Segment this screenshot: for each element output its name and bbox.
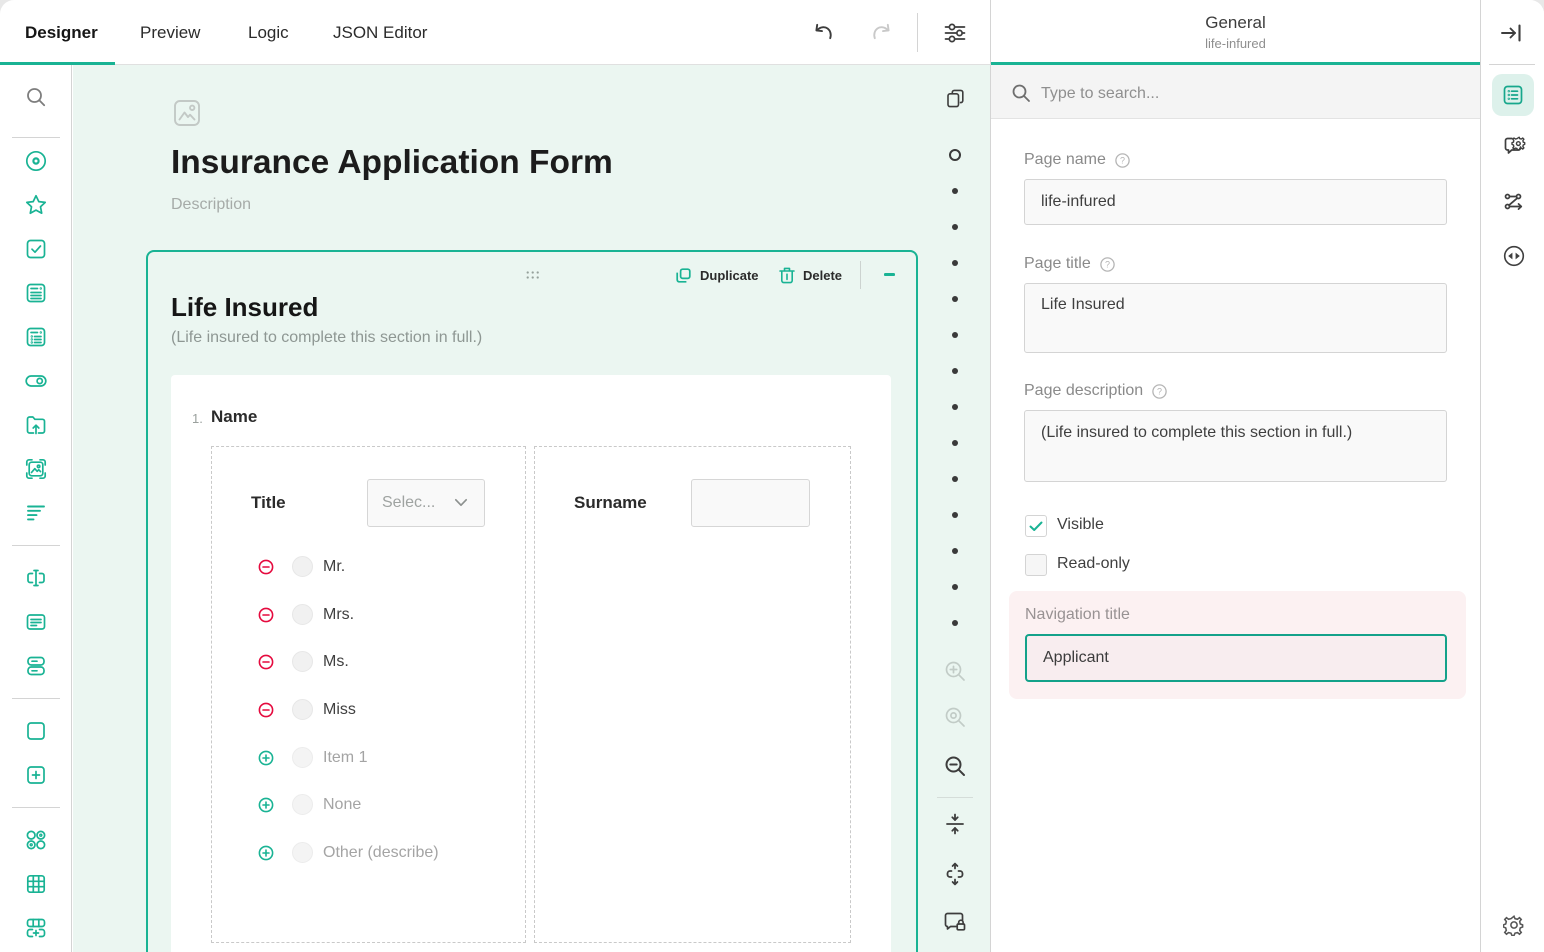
svg-text:?: ? xyxy=(1105,259,1110,269)
svg-text:?: ? xyxy=(1120,155,1125,165)
svg-text:?: ? xyxy=(1157,386,1162,396)
